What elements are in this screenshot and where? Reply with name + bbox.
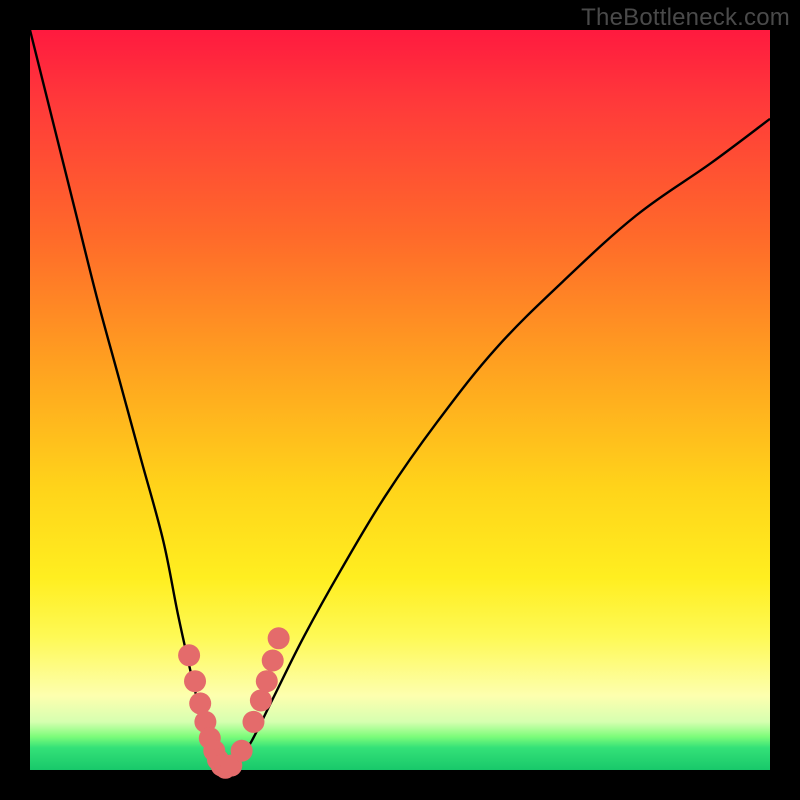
curve-marker bbox=[178, 644, 200, 666]
curve-marker bbox=[189, 692, 211, 714]
watermark-label: TheBottleneck.com bbox=[581, 4, 790, 32]
plot-area bbox=[30, 30, 770, 770]
bottleneck-curve bbox=[30, 30, 770, 771]
curve-layer bbox=[30, 30, 770, 770]
chart-frame: TheBottleneck.com bbox=[0, 0, 800, 800]
curve-marker bbox=[250, 689, 272, 711]
curve-marker bbox=[268, 627, 290, 649]
curve-marker bbox=[184, 670, 206, 692]
curve-markers bbox=[178, 627, 290, 779]
curve-marker bbox=[262, 649, 284, 671]
curve-marker bbox=[231, 740, 253, 762]
curve-marker bbox=[256, 670, 278, 692]
curve-marker bbox=[242, 711, 264, 733]
